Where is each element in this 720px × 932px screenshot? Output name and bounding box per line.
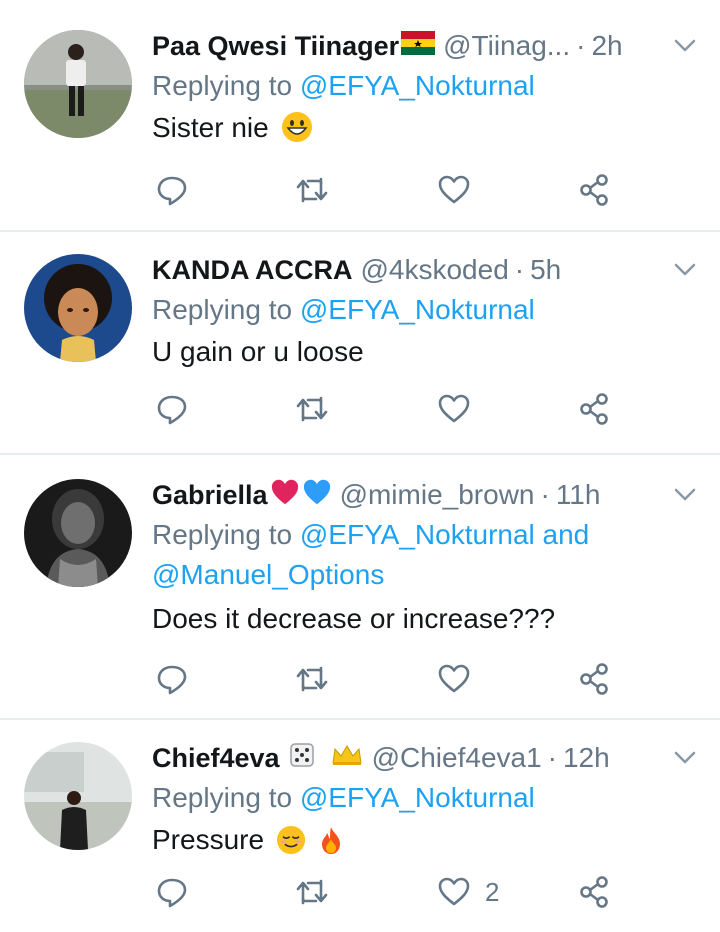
tweet-actions: 2: [155, 872, 625, 912]
share-button[interactable]: [577, 659, 611, 699]
tweet-text: Does it decrease or increase???: [152, 597, 700, 641]
chevron-down-icon[interactable]: [670, 742, 700, 772]
blue-heart-icon: [302, 478, 332, 513]
chevron-down-icon[interactable]: [670, 30, 700, 60]
grinning-face-emoji-icon: [281, 112, 312, 142]
separator: ·: [514, 254, 525, 285]
like-button[interactable]: [437, 659, 485, 699]
share-button[interactable]: [577, 389, 611, 429]
like-icon: [438, 664, 470, 693]
display-name[interactable]: KANDA ACCRA: [152, 255, 352, 286]
chevron-down-icon[interactable]: [670, 254, 700, 284]
timestamp[interactable]: 12h: [563, 742, 610, 774]
tweet-body: U gain or u loose: [152, 336, 364, 367]
retweet-icon: [296, 396, 328, 422]
tweet-actions: [155, 389, 625, 429]
like-count: 2: [485, 876, 500, 907]
reply-icon: [157, 665, 187, 695]
like-button[interactable]: 2: [437, 872, 499, 912]
replying-label: Replying to: [152, 70, 300, 101]
share-button[interactable]: [577, 872, 611, 912]
tweet[interactable]: Gabriella @mimie_brown · 11h Replying to…: [0, 455, 720, 720]
avatar[interactable]: [24, 742, 132, 850]
tweet-body: Sister nie: [152, 112, 269, 143]
tweet-header: Gabriella @mimie_brown · 11h: [152, 475, 700, 515]
timestamp[interactable]: 5h: [530, 254, 561, 286]
retweet-button[interactable]: [295, 170, 329, 210]
tweet-header: Paa Qwesi Tiinager @Tiinag... · 2h: [152, 26, 700, 66]
like-icon: [438, 175, 470, 204]
avatar[interactable]: [24, 254, 132, 362]
retweet-icon: [296, 666, 328, 692]
red-heart-icon: [270, 478, 300, 513]
mention-link[interactable]: @EFYA_Nokturnal: [300, 294, 535, 325]
mention-link[interactable]: @EFYA_Nokturnal: [300, 70, 535, 101]
retweet-icon: [296, 879, 328, 905]
replying-to: Replying to @EFYA_Nokturnal: [152, 290, 700, 330]
reply-button[interactable]: [155, 389, 189, 429]
avatar[interactable]: [24, 479, 132, 587]
retweet-button[interactable]: [295, 659, 329, 699]
tweet[interactable]: Paa Qwesi Tiinager @Tiinag... · 2h Reply…: [0, 0, 720, 232]
tweet-text: U gain or u loose: [152, 330, 700, 374]
reply-icon: [157, 878, 187, 908]
tweet-header: Chief4eva @Chief4eva1 · 12h: [152, 738, 700, 778]
replying-to: Replying to @EFYA_Nokturnal and @Manuel_…: [152, 515, 700, 595]
user-handle[interactable]: @mimie_brown: [340, 479, 535, 511]
like-button[interactable]: [437, 170, 485, 210]
share-icon: [580, 393, 608, 425]
reply-icon: [157, 395, 187, 425]
replying-to: Replying to @EFYA_Nokturnal: [152, 778, 700, 818]
mention-link[interactable]: @EFYA_Nokturnal: [300, 782, 535, 813]
mention-link[interactable]: @Manuel_Options: [152, 559, 384, 590]
tweet-text: Sister nie: [152, 106, 700, 150]
like-icon: [438, 877, 470, 906]
timestamp[interactable]: 2h: [591, 30, 622, 62]
tweet[interactable]: KANDA ACCRA @4kskoded · 5h Replying to @…: [0, 232, 720, 455]
avatar[interactable]: [24, 30, 132, 138]
display-name[interactable]: Chief4eva: [152, 743, 280, 774]
tweet-actions: [155, 170, 625, 210]
user-handle[interactable]: @4kskoded: [360, 254, 508, 286]
display-name[interactable]: Gabriella: [152, 480, 268, 511]
fire-emoji-icon: [321, 827, 340, 854]
retweet-button[interactable]: [295, 872, 329, 912]
separator: ·: [547, 742, 557, 773]
retweet-button[interactable]: [295, 389, 329, 429]
separator: ·: [576, 30, 586, 61]
replying-label: Replying to: [152, 782, 300, 813]
reply-button[interactable]: [155, 659, 189, 699]
tweet-header: KANDA ACCRA @4kskoded · 5h: [152, 250, 700, 290]
replying-label: Replying to: [152, 519, 300, 550]
replying-label: Replying to: [152, 294, 300, 325]
share-icon: [580, 663, 608, 695]
tweet-text: Pressure: [152, 818, 700, 862]
relieved-face-emoji-icon: [276, 825, 305, 855]
share-icon: [580, 174, 608, 206]
share-icon: [580, 876, 608, 908]
user-handle[interactable]: @Chief4eva1: [372, 742, 542, 774]
tweet-body: Pressure: [152, 824, 265, 855]
share-button[interactable]: [577, 170, 611, 210]
separator: ·: [540, 479, 550, 510]
crown-icon: [330, 742, 364, 774]
timestamp[interactable]: 11h: [556, 479, 601, 511]
ghana-flag-icon: [401, 30, 436, 62]
tweet-actions: [155, 659, 625, 699]
like-icon: [438, 394, 470, 423]
reply-button[interactable]: [155, 170, 189, 210]
tweet-body: Does it decrease or increase???: [152, 603, 556, 634]
chevron-down-icon[interactable]: [670, 479, 700, 509]
user-handle[interactable]: @Tiinag...: [443, 30, 570, 62]
reply-feed: Paa Qwesi Tiinager @Tiinag... · 2h Reply…: [0, 0, 720, 932]
like-button[interactable]: [437, 389, 485, 429]
replying-to: Replying to @EFYA_Nokturnal: [152, 66, 700, 106]
dice-icon: [288, 741, 316, 776]
tweet[interactable]: Chief4eva @Chief4eva1 · 12h Replying to …: [0, 720, 720, 932]
mention-link[interactable]: @EFYA_Nokturnal and: [300, 519, 589, 550]
reply-button[interactable]: [155, 872, 189, 912]
display-name[interactable]: Paa Qwesi Tiinager: [152, 31, 399, 62]
reply-icon: [157, 176, 187, 206]
retweet-icon: [296, 177, 328, 203]
